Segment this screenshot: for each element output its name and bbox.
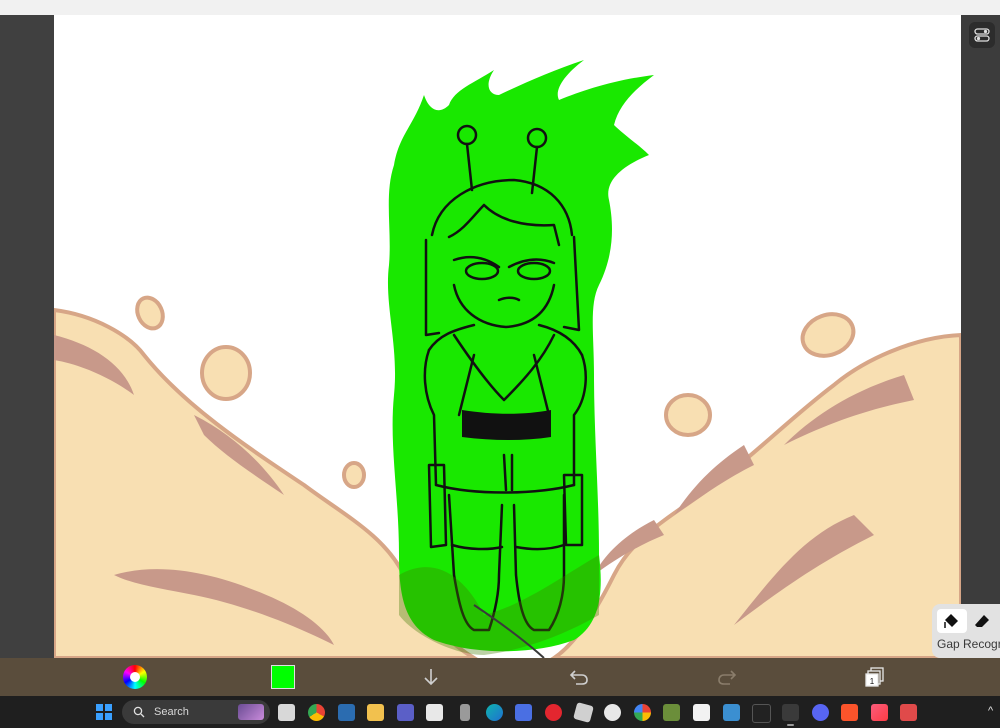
layers-icon: 1 <box>865 667 884 687</box>
teams-icon[interactable] <box>397 704 414 721</box>
sand-clump-4 <box>664 393 712 437</box>
chevron-up-icon[interactable]: ^ <box>988 705 1000 717</box>
file-explorer-icon[interactable] <box>367 704 384 721</box>
search-icon <box>132 705 146 719</box>
discord-icon[interactable] <box>812 704 829 721</box>
news-icon[interactable] <box>338 704 355 721</box>
left-margin-panel <box>0 15 54 658</box>
layers-button[interactable]: 1 <box>862 664 888 690</box>
character-belt <box>462 410 551 440</box>
undo-button[interactable] <box>566 664 592 690</box>
roblox-icon[interactable] <box>573 702 594 723</box>
taskbar-search-box[interactable]: Search <box>122 700 270 724</box>
search-highlight-icon <box>238 704 264 720</box>
amazon-icon[interactable] <box>693 704 710 721</box>
drawing-canvas[interactable] <box>54 15 961 658</box>
snipping-tool-icon[interactable] <box>900 704 917 721</box>
arrow-down-icon <box>424 669 438 686</box>
search-label: Search <box>154 706 189 718</box>
settings-toggle-button[interactable] <box>969 22 995 48</box>
artwork <box>54 60 961 658</box>
sand-clump-3 <box>342 461 366 489</box>
brave-icon[interactable] <box>841 704 858 721</box>
sand-clump-2 <box>200 345 252 401</box>
current-color-swatch <box>271 665 295 689</box>
current-color-button[interactable] <box>270 664 296 690</box>
apple-music-icon[interactable] <box>871 704 888 721</box>
top-strip <box>0 0 1000 15</box>
gap-recognition-panel: Gap Recogr <box>932 604 1000 658</box>
toggle-icon <box>974 28 990 42</box>
fill-bucket-icon <box>944 614 958 628</box>
gap-recognition-label: Gap Recogr <box>937 637 1000 651</box>
pinball-icon[interactable] <box>723 704 740 721</box>
windows-start-button[interactable] <box>96 704 112 720</box>
import-button[interactable] <box>418 664 444 690</box>
video-player-icon[interactable] <box>604 704 621 721</box>
sand-clump-5 <box>800 312 856 358</box>
color-wheel-icon <box>123 665 147 689</box>
redo-button[interactable] <box>714 664 740 690</box>
ibis-paint-icon[interactable] <box>782 704 799 726</box>
opera-icon[interactable] <box>545 704 562 721</box>
bottom-toolbar: 1 <box>0 658 1000 696</box>
edge-icon[interactable] <box>486 704 503 721</box>
undo-icon <box>569 670 588 685</box>
chrome-icon[interactable] <box>308 704 325 721</box>
apple-tv-icon[interactable] <box>752 704 771 723</box>
google-photos-icon[interactable] <box>634 704 651 721</box>
sand-clump-1 <box>135 295 165 331</box>
color-wheel-button[interactable] <box>122 664 148 690</box>
eraser-icon <box>975 615 989 627</box>
media-app-icon[interactable] <box>515 704 532 721</box>
minecraft-icon[interactable] <box>663 704 680 721</box>
fill-bucket-button[interactable] <box>937 609 967 633</box>
windows-taskbar: Search ^ <box>0 696 1000 728</box>
task-view-icon[interactable] <box>278 704 295 721</box>
right-margin-panel <box>961 15 1000 658</box>
eraser-button[interactable] <box>967 609 997 633</box>
usb-drive-icon[interactable] <box>460 704 470 721</box>
store-icon[interactable] <box>426 704 443 721</box>
layer-count: 1 <box>870 677 875 686</box>
redo-icon <box>718 670 737 685</box>
